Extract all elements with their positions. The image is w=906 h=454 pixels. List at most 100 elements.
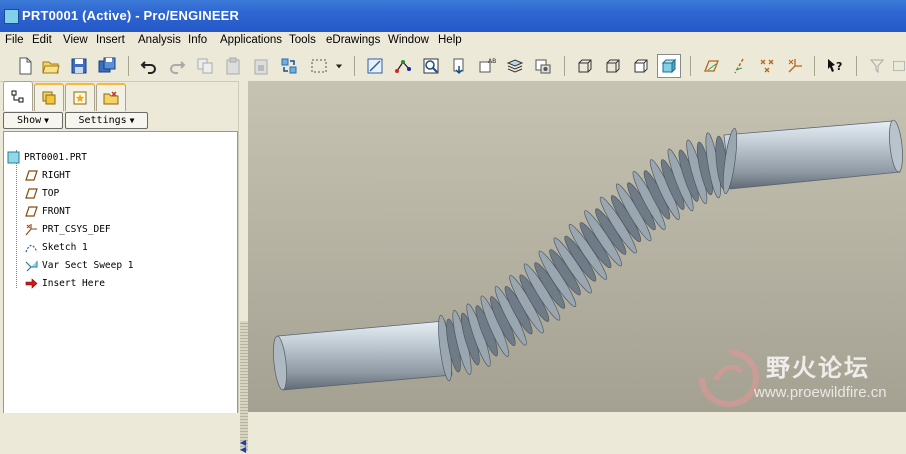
tree-item-label: Var Sect Sweep 1 — [42, 259, 134, 271]
open-folder-icon[interactable] — [40, 55, 62, 77]
tree-item-part[interactable]: PRT0001.PRT — [7, 149, 87, 165]
insert-arrow-icon — [25, 277, 38, 289]
save-icon[interactable] — [68, 55, 90, 77]
graphics-window[interactable]: 野火论坛 www.proewildfire.cn — [248, 81, 906, 412]
tree-item-label: Insert Here — [42, 277, 105, 289]
menu-edit[interactable]: Edit — [32, 34, 52, 46]
show-label: Show — [17, 115, 42, 126]
chevron-down-icon: ▼ — [129, 116, 135, 125]
part-icon — [7, 151, 20, 163]
app-icon — [4, 9, 19, 24]
tree-item-label: Sketch 1 — [42, 241, 88, 253]
menu-insert[interactable]: Insert — [96, 34, 125, 46]
context-help-icon[interactable]: ? — [824, 55, 846, 77]
tree-item-label: FRONT — [42, 205, 71, 217]
datum-plane-display-icon[interactable] — [700, 55, 722, 77]
toolbar-separator — [814, 56, 815, 76]
plane-tool-icon[interactable] — [892, 55, 906, 77]
window-title: PRT0001 (Active) - Pro/ENGINEER — [22, 8, 240, 23]
csys-display-icon[interactable] — [784, 55, 806, 77]
menu-edrawings[interactable]: eDrawings — [326, 34, 380, 46]
datum-plane-icon — [25, 205, 38, 217]
datum-plane-icon — [25, 187, 38, 199]
tree-item-label: RIGHT — [42, 169, 71, 181]
saved-views-icon[interactable]: AB — [476, 55, 498, 77]
watermark-text: 野火论坛 — [766, 354, 870, 382]
toolbar-separator — [354, 56, 355, 76]
toolbar-separator — [128, 56, 129, 76]
reorient-icon[interactable] — [448, 55, 470, 77]
tree-item-right[interactable]: RIGHT — [25, 167, 71, 183]
sketch-tool-icon[interactable] — [364, 55, 386, 77]
tree-item-sweep[interactable]: Var Sect Sweep 1 — [25, 257, 134, 273]
menu-analysis[interactable]: Analysis — [138, 34, 181, 46]
hidden-line-icon[interactable] — [602, 55, 624, 77]
sketch-icon — [25, 244, 38, 252]
tree-item-front[interactable]: FRONT — [25, 203, 71, 219]
settings-dropdown[interactable]: Settings ▼ — [65, 112, 148, 129]
layers-icon[interactable] — [504, 55, 526, 77]
model-tree: PRT0001.PRT RIGHT TOP FRONT PRT_CSYS_DEF… — [3, 131, 238, 413]
menu-view[interactable]: View — [63, 34, 88, 46]
layer-tree-icon — [42, 91, 56, 105]
chevron-down-icon[interactable] — [332, 55, 346, 77]
menu-help[interactable]: Help — [438, 34, 462, 46]
menu-file[interactable]: File — [5, 34, 24, 46]
title-bar: PRT0001 (Active) - Pro/ENGINEER — [0, 0, 906, 32]
tree-item-label: TOP — [42, 187, 60, 199]
main-toolbar: AB ? — [0, 51, 906, 82]
chevron-down-icon: ▼ — [44, 116, 49, 125]
toolbar-separator — [690, 56, 691, 76]
navigator-toolbar: Show ▼ Settings ▼ — [0, 111, 248, 129]
watermark-url: www.proewildfire.cn — [754, 384, 887, 401]
folder-tools-icon — [103, 91, 119, 105]
favorites-tab[interactable] — [65, 83, 95, 111]
svg-text:?: ? — [836, 60, 842, 73]
right-tube — [723, 119, 903, 190]
menu-info[interactable]: Info — [188, 34, 207, 46]
sash-grip[interactable] — [240, 321, 248, 451]
view-manager-icon[interactable] — [532, 55, 554, 77]
svg-text:AB: AB — [488, 58, 496, 65]
undo-icon[interactable] — [138, 55, 160, 77]
redo-icon[interactable] — [166, 55, 188, 77]
sweep-icon — [25, 260, 38, 271]
favorites-icon — [73, 91, 87, 105]
tree-item-insert-here[interactable]: Insert Here — [25, 275, 105, 291]
model-tree-tab[interactable] — [3, 81, 33, 111]
zoom-view-icon[interactable] — [420, 55, 442, 77]
folder-browser-tab[interactable] — [96, 83, 126, 111]
new-file-icon[interactable] — [14, 55, 36, 77]
menu-tools[interactable]: Tools — [289, 34, 316, 46]
datum-axis-icon[interactable] — [392, 55, 414, 77]
tree-item-label: PRT0001.PRT — [24, 151, 87, 163]
layers-tab[interactable] — [34, 83, 64, 111]
datum-plane-icon — [25, 169, 38, 181]
datum-axis-display-icon[interactable] — [728, 55, 750, 77]
toolbar-separator — [856, 56, 857, 76]
menu-applications[interactable]: Applications — [220, 34, 282, 46]
wireframe-icon[interactable] — [574, 55, 596, 77]
save-copy-icon[interactable] — [96, 55, 118, 77]
selection-box-icon[interactable] — [306, 55, 332, 77]
tree-item-csys[interactable]: PRT_CSYS_DEF — [25, 221, 111, 237]
left-tube — [272, 320, 453, 391]
tree-item-label: PRT_CSYS_DEF — [42, 223, 111, 235]
model-tree-icon — [11, 90, 24, 102]
copy-icon[interactable] — [194, 55, 216, 77]
collapse-arrows-icon[interactable]: ◀ ◀ — [240, 439, 246, 454]
regenerate-icon[interactable] — [278, 55, 300, 77]
tree-item-top[interactable]: TOP — [25, 185, 59, 201]
paste-icon[interactable] — [222, 55, 244, 77]
tree-item-sketch[interactable]: Sketch 1 — [25, 239, 88, 255]
watermark: 野火论坛 www.proewildfire.cn — [696, 346, 906, 412]
menu-bar: File Edit View Insert Analysis Info Appl… — [0, 32, 906, 51]
menu-window[interactable]: Window — [388, 34, 429, 46]
filter-icon[interactable] — [866, 55, 888, 77]
shading-icon[interactable] — [657, 54, 681, 78]
show-dropdown[interactable]: Show ▼ — [3, 112, 63, 129]
toolbar-separator — [564, 56, 565, 76]
paste-special-icon[interactable] — [250, 55, 272, 77]
datum-point-display-icon[interactable] — [756, 55, 778, 77]
no-hidden-icon[interactable] — [630, 55, 652, 77]
